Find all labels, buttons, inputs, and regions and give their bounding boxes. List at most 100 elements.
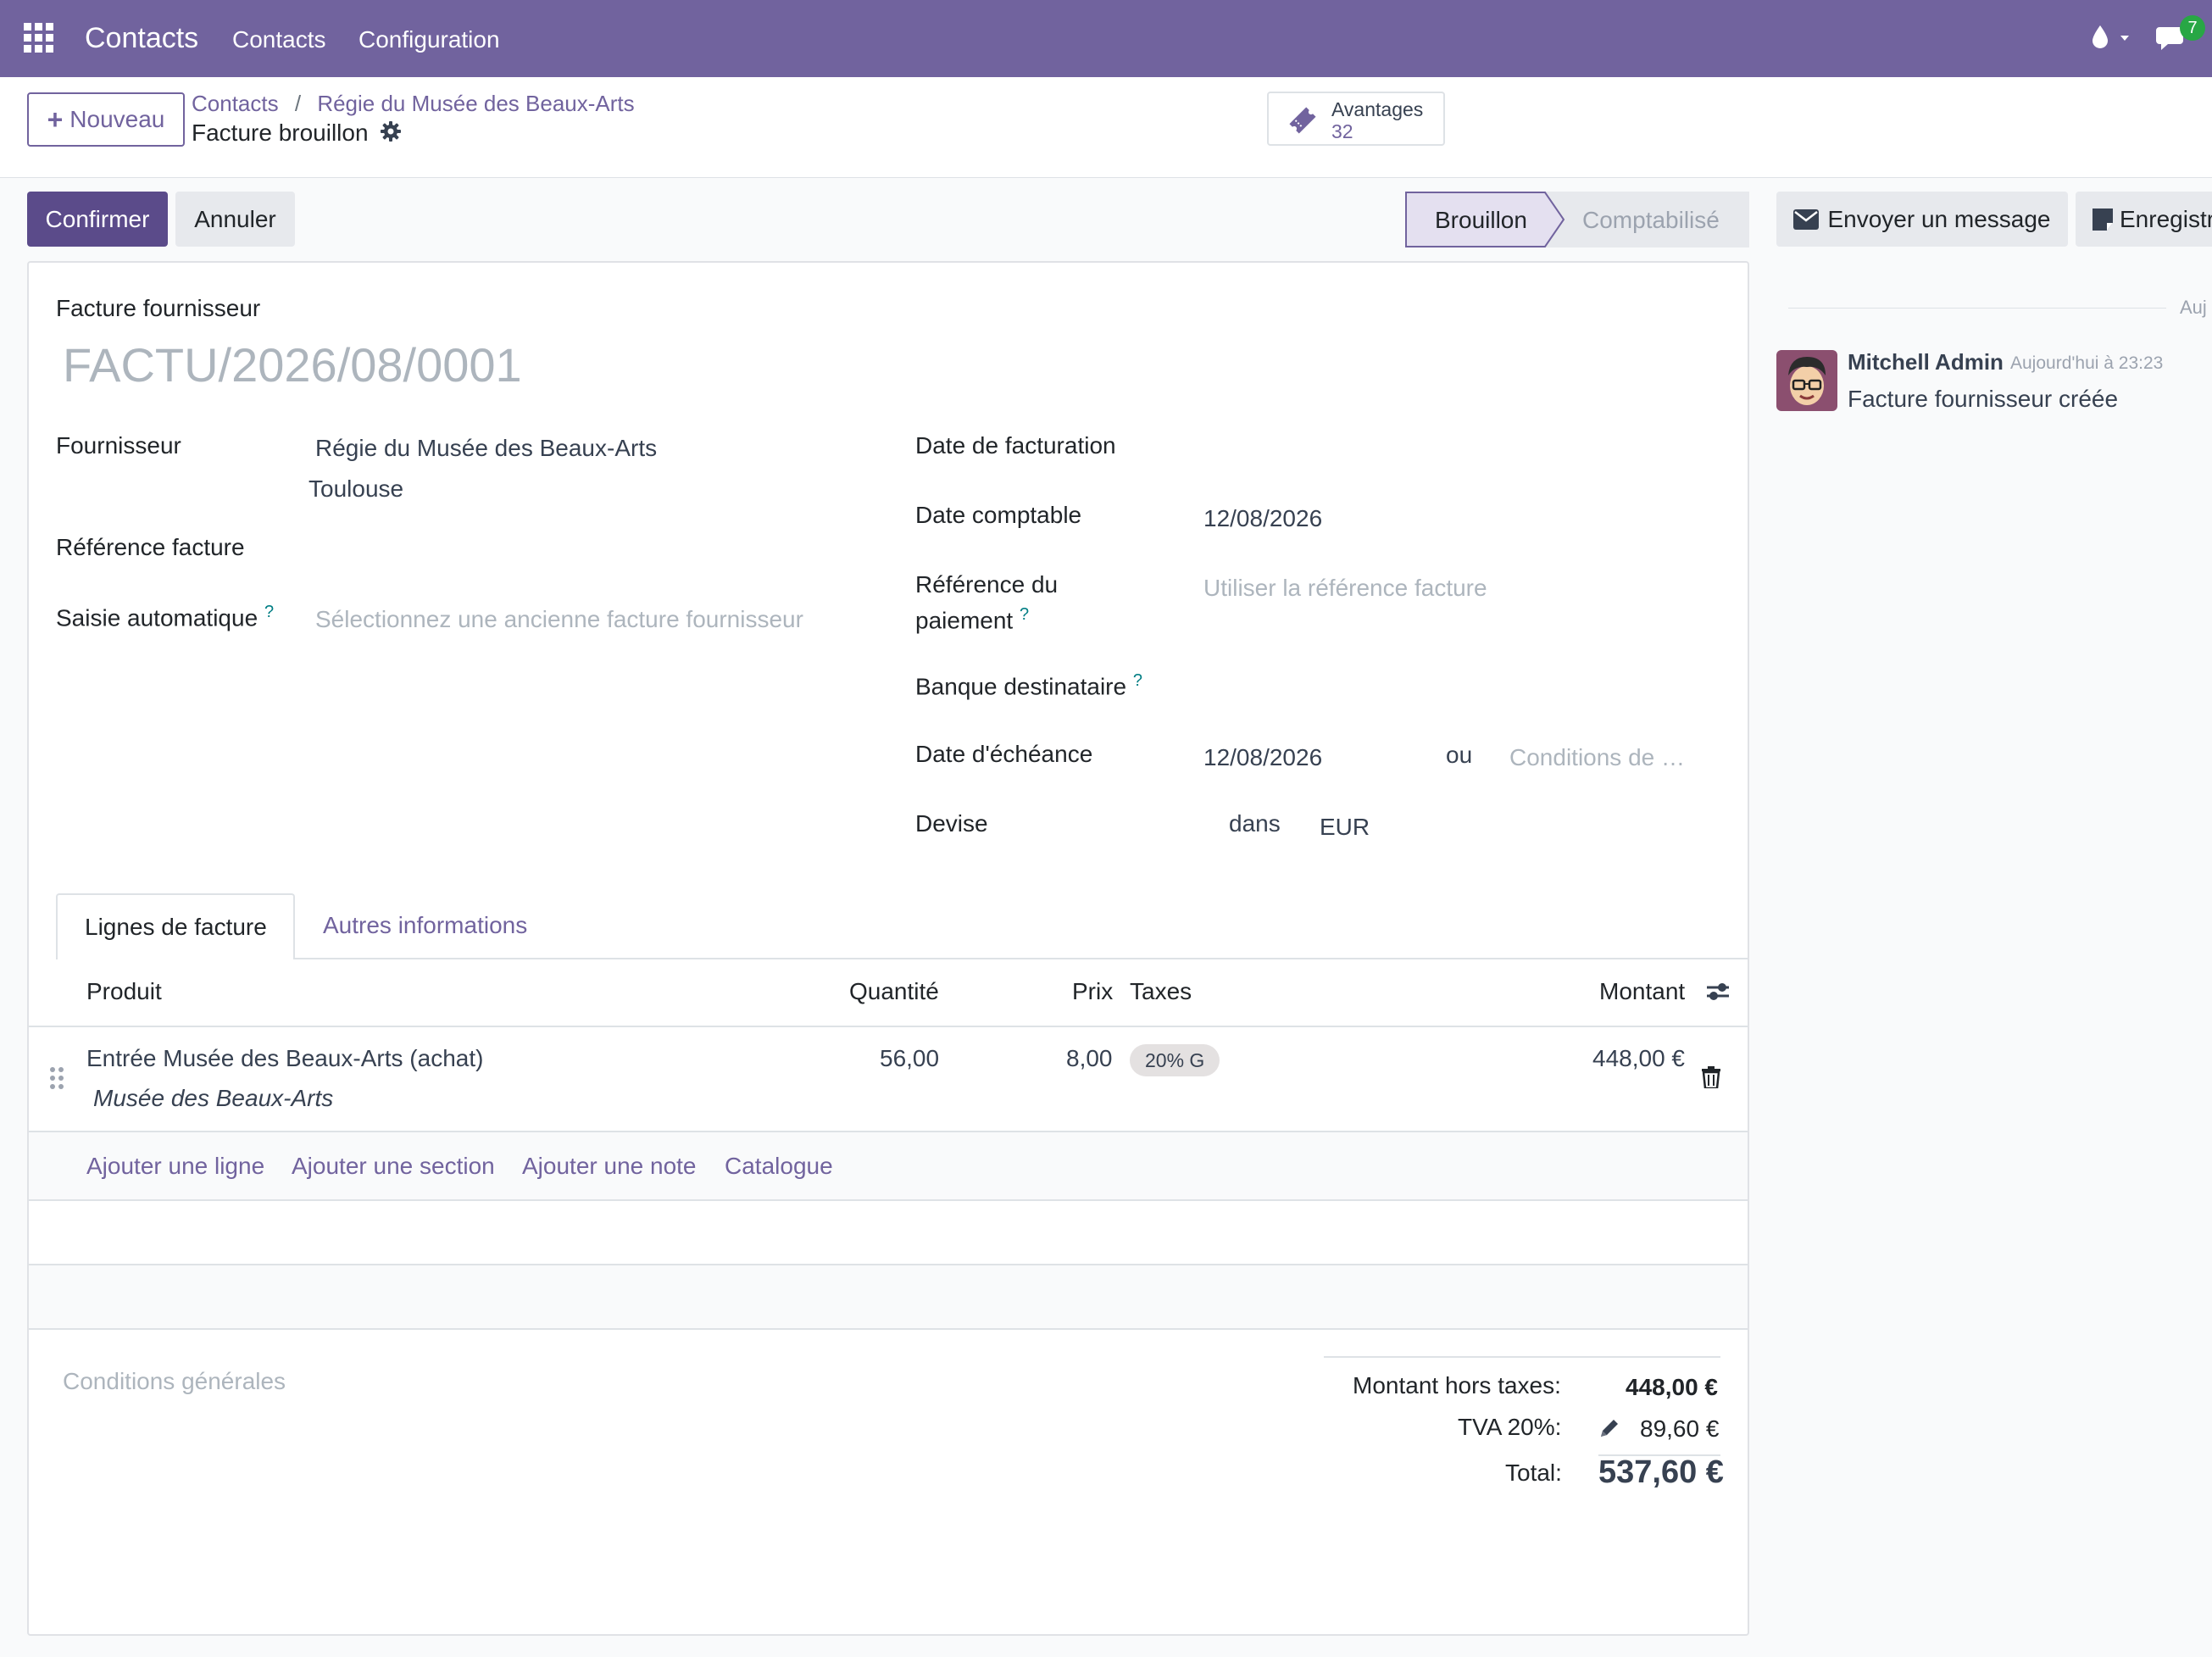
send-message-label: Envoyer un message: [1827, 205, 2051, 232]
invoice-ref-label: Référence facture: [56, 534, 245, 560]
vendor-label: Fournisseur: [56, 432, 181, 459]
send-message-button[interactable]: Envoyer un message: [1776, 192, 2068, 247]
drag-handle-icon[interactable]: [49, 1066, 64, 1090]
accounting-date-label: Date comptable: [915, 502, 1082, 528]
col-taxes[interactable]: Taxes: [1130, 978, 1192, 1005]
ticket-icon: [1286, 103, 1320, 137]
tab-invoice-lines-label: Lignes de facture: [85, 914, 267, 940]
chat-badge: 7: [2180, 15, 2205, 41]
record-title: Facture brouillon: [192, 120, 369, 146]
invoice-ref-field[interactable]: [308, 527, 859, 564]
debug-drop-icon[interactable]: [2090, 24, 2137, 51]
chatter-date-separator: Auj: [2180, 297, 2207, 318]
col-product[interactable]: Produit: [86, 978, 162, 1005]
confirm-button[interactable]: Confirmer: [27, 192, 168, 247]
stage-brouillon[interactable]: Brouillon: [1435, 207, 1527, 234]
currency-in: dans: [1229, 810, 1281, 837]
stage-comptabilise[interactable]: Comptabilisé: [1582, 207, 1720, 234]
bank-label-text: Banque destinataire: [915, 673, 1127, 700]
line-product[interactable]: Entrée Musée des Beaux-Arts (achat): [86, 1045, 483, 1072]
gear-icon[interactable]: [380, 120, 402, 142]
top-navbar: Contacts Contacts Configuration 7: [0, 0, 2212, 77]
due-date-label: Date d'échéance: [915, 741, 1093, 767]
breadcrumb: Contacts / Régie du Musée des Beaux-Arts: [192, 91, 635, 117]
line-tax-badge[interactable]: 20% G: [1130, 1044, 1220, 1076]
or-label: ou: [1446, 742, 1473, 768]
accounting-date-field[interactable]: 12/08/2026: [1203, 505, 1322, 532]
table-row[interactable]: [29, 1027, 1748, 1131]
invoice-date-field[interactable]: [1197, 425, 1722, 463]
help-icon[interactable]: ?: [1133, 671, 1142, 690]
payment-ref-label-line2: paiement ?: [915, 605, 1029, 634]
total-amount: 537,60 €: [1598, 1454, 1724, 1490]
payment-terms-field[interactable]: Conditions de …: [1509, 744, 1685, 771]
terms-field[interactable]: Conditions générales: [63, 1368, 286, 1395]
payment-ref-label-text: paiement: [915, 607, 1014, 634]
help-icon[interactable]: ?: [264, 603, 274, 621]
chatter-date-line: [1788, 308, 2166, 309]
payment-ref-field[interactable]: Utiliser la référence facture: [1203, 575, 1487, 602]
note-icon: [2093, 208, 2113, 231]
col-amount[interactable]: Montant: [1599, 978, 1685, 1005]
log-note-button[interactable]: Enregistr: [2076, 192, 2212, 247]
tab-other-info[interactable]: Autres informations: [323, 912, 527, 939]
auto-complete-field[interactable]: Sélectionnez une ancienne facture fourni…: [315, 606, 803, 633]
pencil-icon[interactable]: [1598, 1417, 1620, 1439]
smart-button-label: Avantages: [1331, 98, 1424, 120]
vat-amount: 89,60 €: [1640, 1415, 1720, 1442]
payment-ref-label-line1: Référence du: [915, 571, 1059, 598]
document-type: Facture fournisseur: [56, 295, 261, 321]
menu-contacts[interactable]: Contacts: [232, 26, 326, 53]
new-button-label: Nouveau: [69, 106, 165, 132]
catalogue-link[interactable]: Catalogue: [725, 1153, 833, 1180]
line-price[interactable]: 8,00: [1066, 1045, 1113, 1072]
message-body: Facture fournisseur créée: [1848, 386, 2119, 412]
help-icon[interactable]: ?: [1020, 605, 1029, 624]
column-settings-icon[interactable]: [1705, 980, 1731, 1004]
invoice-name-field[interactable]: FACTU/2026/08/0001: [63, 337, 522, 392]
untaxed-amount: 448,00 €: [1626, 1374, 1718, 1400]
envelope-icon: [1793, 209, 1820, 230]
breadcrumb-contacts[interactable]: Contacts: [192, 91, 279, 116]
vendor-city: Toulouse: [308, 475, 404, 502]
trash-icon[interactable]: [1701, 1066, 1721, 1088]
tab-invoice-lines[interactable]: Lignes de facture: [56, 893, 295, 959]
line-description[interactable]: Musée des Beaux-Arts: [93, 1085, 333, 1112]
bank-field[interactable]: [1197, 666, 1722, 703]
tabs-border: [56, 958, 1748, 959]
total-label: Total:: [1505, 1460, 1562, 1486]
col-quantity[interactable]: Quantité: [849, 978, 939, 1005]
avatar[interactable]: [1776, 350, 1837, 411]
add-line-link[interactable]: Ajouter une ligne: [86, 1153, 264, 1180]
untaxed-label: Montant hors taxes:: [1353, 1372, 1561, 1398]
smart-button-count: 32: [1331, 120, 1353, 142]
cancel-button[interactable]: Annuler: [175, 192, 295, 247]
empty-row: [29, 1201, 1748, 1264]
totals-top-border: [1324, 1356, 1720, 1358]
add-note-link[interactable]: Ajouter une note: [522, 1153, 697, 1180]
empty-row-border-2: [29, 1328, 1748, 1330]
message-author[interactable]: Mitchell Admin: [1848, 349, 2004, 375]
vendor-field[interactable]: Régie du Musée des Beaux-Arts: [315, 435, 657, 462]
new-button[interactable]: + Nouveau: [27, 92, 185, 147]
currency-field[interactable]: EUR: [1320, 814, 1370, 841]
currency-label: Devise: [915, 810, 988, 837]
smart-button-avantages[interactable]: Avantages 32: [1267, 92, 1445, 146]
add-section-link[interactable]: Ajouter une section: [292, 1153, 495, 1180]
breadcrumb-partner[interactable]: Régie du Musée des Beaux-Arts: [317, 91, 634, 116]
menu-configuration[interactable]: Configuration: [358, 26, 500, 53]
col-price[interactable]: Prix: [1072, 978, 1113, 1005]
bank-label: Banque destinataire ?: [915, 671, 1142, 700]
line-quantity[interactable]: 56,00: [880, 1045, 939, 1072]
line-amount: 448,00 €: [1592, 1045, 1685, 1071]
auto-complete-label-text: Saisie automatique: [56, 604, 258, 631]
message-time: Aujourd'hui à 23:23: [2010, 353, 2164, 373]
due-date-field[interactable]: 12/08/2026: [1203, 744, 1322, 771]
app-menu-icon[interactable]: [24, 23, 54, 53]
empty-row: [29, 1265, 1748, 1328]
invoice-date-label: Date de facturation: [915, 432, 1116, 459]
vat-label: TVA 20%:: [1458, 1414, 1562, 1440]
plus-icon: +: [47, 103, 64, 135]
breadcrumb-separator: /: [294, 91, 302, 116]
app-title[interactable]: Contacts: [85, 22, 198, 55]
